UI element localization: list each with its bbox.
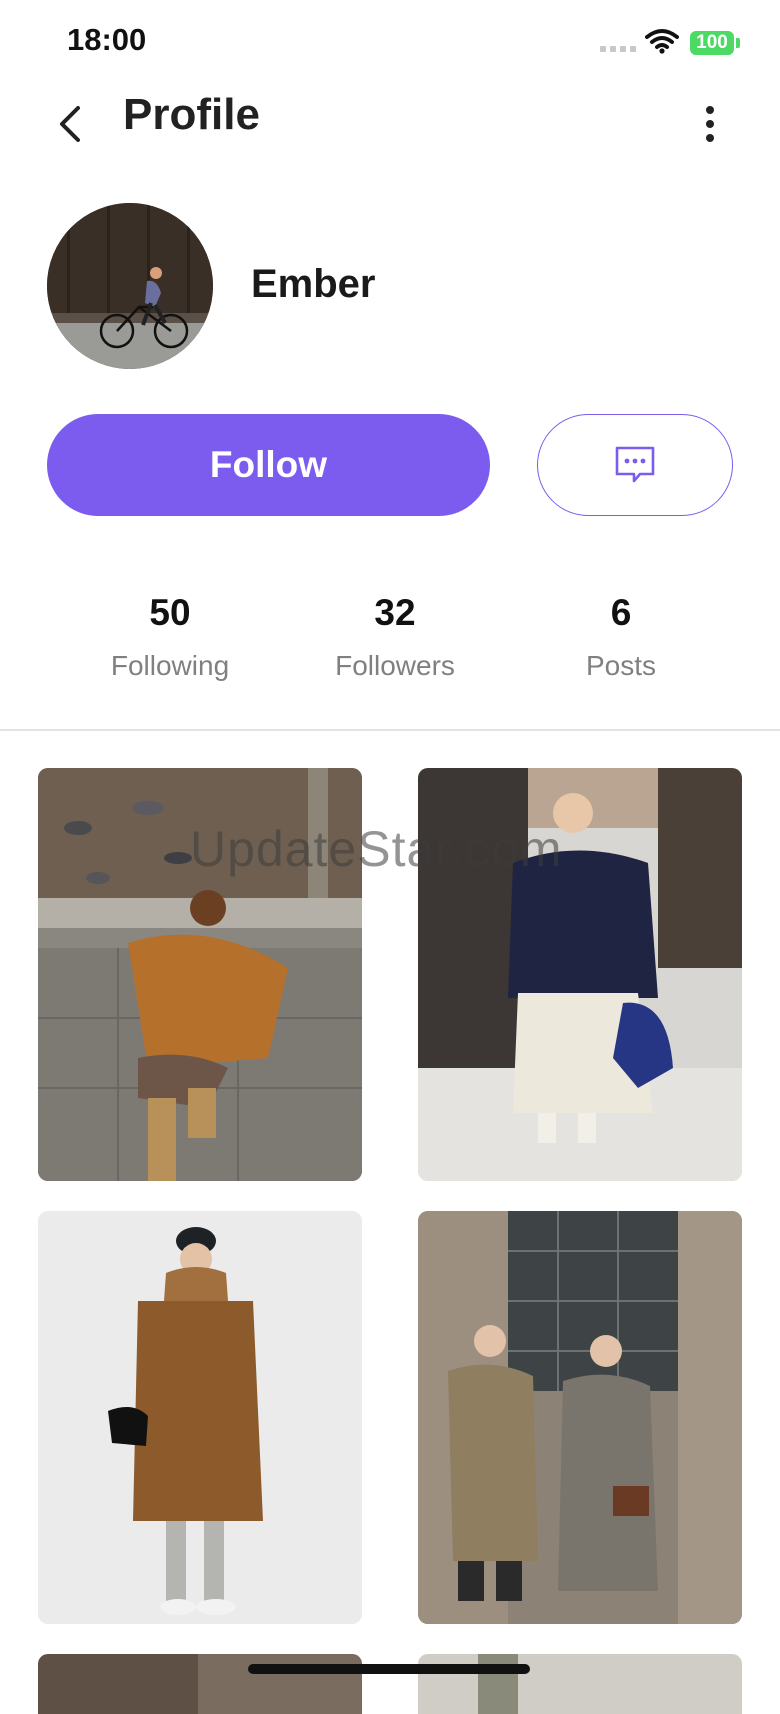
watermark: UpdateStar.com [190,821,563,877]
nav-bar: Profile [0,86,780,186]
stat-value: 32 [374,592,416,633]
stat-posts[interactable]: 6 Posts [526,588,716,682]
post-thumbnail[interactable] [418,1211,742,1624]
avatar[interactable] [47,203,213,369]
stat-followers[interactable]: 32 Followers [300,588,490,682]
post-image [38,1654,362,1714]
message-dots-icon [615,446,655,483]
battery-icon: 100 [690,31,734,55]
chevron-left-icon [60,106,80,142]
post-thumbnail[interactable] [38,1211,362,1624]
more-options-button[interactable] [692,94,728,154]
post-thumbnail[interactable] [38,1654,362,1714]
stat-value: 6 [610,592,632,633]
post-image [418,1211,742,1624]
stat-label: Followers [335,650,455,681]
stat-label: Posts [585,650,657,681]
stat-label: Following [110,650,230,681]
stat-following[interactable]: 50 Following [75,588,265,682]
follow-button[interactable]: Follow [47,414,490,516]
signal-icon [600,46,636,52]
divider [0,729,780,731]
message-button[interactable] [537,414,733,516]
page-title: Profile [123,90,260,139]
profile-name: Ember [251,262,376,306]
stat-value: 50 [149,592,191,633]
home-indicator [248,1664,530,1674]
post-image [38,1211,362,1624]
post-thumbnail[interactable] [418,1654,742,1714]
post-image [418,1654,742,1714]
back-button[interactable] [48,94,96,154]
status-time: 18:00 [67,22,147,57]
status-bar: 18:00 100 [0,0,780,86]
wifi-icon [645,29,679,54]
battery-cap [736,38,740,48]
avatar-image [47,203,213,369]
